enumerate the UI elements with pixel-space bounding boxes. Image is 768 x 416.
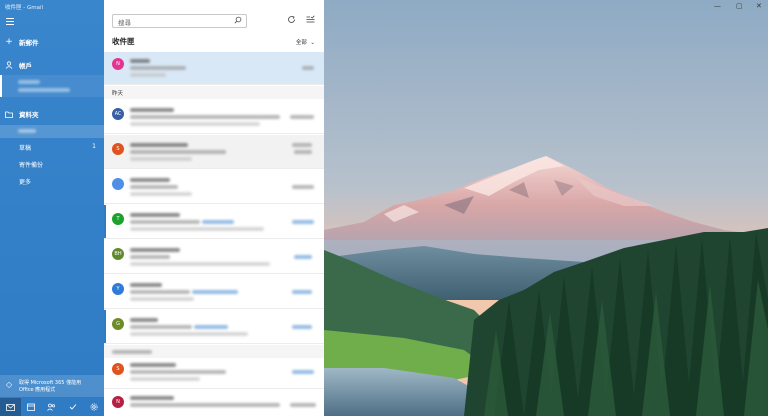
close-button[interactable]: ✕ (756, 2, 762, 10)
section-label: 昨天 (112, 91, 124, 97)
chevron-down-icon: ⌄ (308, 40, 315, 46)
accounts-label: 帳戶 (19, 62, 32, 70)
people-icon[interactable] (42, 398, 63, 416)
message-row[interactable]: N (104, 52, 324, 85)
folder-item-more[interactable]: 更多 (19, 177, 31, 186)
folder-item-inbox[interactable] (0, 125, 104, 138)
folder-icon (5, 110, 13, 118)
filter-dropdown[interactable]: 全部 ⌄ (296, 38, 315, 46)
selection-mode-icon[interactable] (306, 15, 315, 27)
sender-avatar: Y (112, 283, 124, 295)
sender-avatar: N (112, 58, 124, 70)
folder-title: 收件匣 (112, 37, 135, 46)
sender-avatar (112, 178, 124, 190)
account-email-redacted (18, 88, 70, 92)
folder-item-drafts[interactable]: 草稿 (19, 143, 31, 152)
office-promo-banner[interactable]: ◇ 取得 Microsoft 365 僅能用 Office 應用程式 (0, 375, 104, 397)
message-row[interactable]: T (104, 205, 324, 239)
filter-label: 全部 (295, 40, 307, 46)
section-header-yesterday: 昨天 (104, 86, 324, 99)
settings-gear-icon[interactable] (83, 398, 104, 416)
unread-indicator (104, 310, 106, 343)
message-row[interactable]: S (104, 359, 324, 389)
folders-button[interactable]: 資料夾 (0, 109, 104, 119)
message-list-pane: 搜尋 收件匣 全部 ⌄ N 昨天 AC S T BH Y G S N (104, 0, 324, 416)
mountain-landscape-image (324, 0, 768, 416)
message-row[interactable] (104, 170, 324, 204)
folders-label: 資料夾 (19, 111, 39, 119)
diamond-icon: ◇ (6, 380, 13, 389)
search-placeholder: 搜尋 (118, 19, 131, 27)
person-icon (5, 61, 13, 69)
mail-icon[interactable] (0, 398, 21, 416)
sender-avatar: G (112, 318, 124, 330)
promo-line-2: Office 應用程式 (19, 387, 56, 393)
app-switcher-bar (0, 398, 104, 416)
window-title: 收件匣 - Gmail (5, 5, 44, 11)
sender-avatar: S (112, 363, 124, 375)
sender-avatar: S (112, 143, 124, 155)
message-row[interactable]: S (104, 135, 324, 169)
minimize-button[interactable]: — (714, 2, 721, 10)
folder-inbox-label-redacted (18, 129, 36, 133)
maximize-button[interactable]: ▢ (736, 2, 743, 10)
sync-icon[interactable] (287, 15, 296, 27)
folder-item-sent[interactable]: 寄件備份 (19, 160, 43, 169)
account-name-redacted (18, 80, 40, 84)
search-icon[interactable] (234, 16, 242, 26)
reading-pane-background: — ▢ ✕ (324, 0, 768, 416)
account-item-gmail[interactable] (0, 75, 104, 97)
message-row[interactable]: N (104, 390, 324, 416)
drafts-count: 1 (92, 143, 96, 150)
sender-avatar: BH (112, 248, 124, 260)
todo-icon[interactable] (62, 398, 83, 416)
plus-icon: + (5, 37, 13, 47)
unread-indicator (104, 205, 106, 238)
hamburger-icon[interactable] (6, 18, 14, 25)
section-header-older (104, 345, 324, 358)
sender-avatar: T (112, 213, 124, 225)
calendar-icon[interactable] (21, 398, 42, 416)
promo-line-1: 取得 Microsoft 365 僅能用 (19, 380, 82, 386)
sender-avatar: N (112, 396, 124, 408)
new-mail-button[interactable]: + 新郵件 (0, 37, 104, 48)
sender-avatar: AC (112, 108, 124, 120)
message-row[interactable]: G (104, 310, 324, 344)
message-row[interactable]: AC (104, 100, 324, 134)
accounts-button[interactable]: 帳戶 (0, 60, 104, 70)
new-mail-label: 新郵件 (19, 39, 39, 47)
navigation-pane: 收件匣 - Gmail + 新郵件 帳戶 資料夾 草稿 1 寄件備份 更多 ◇ … (0, 0, 104, 416)
search-input[interactable]: 搜尋 (112, 14, 247, 28)
message-row[interactable]: Y (104, 275, 324, 309)
account-selected-indicator (0, 75, 2, 97)
message-row[interactable]: BH (104, 240, 324, 274)
